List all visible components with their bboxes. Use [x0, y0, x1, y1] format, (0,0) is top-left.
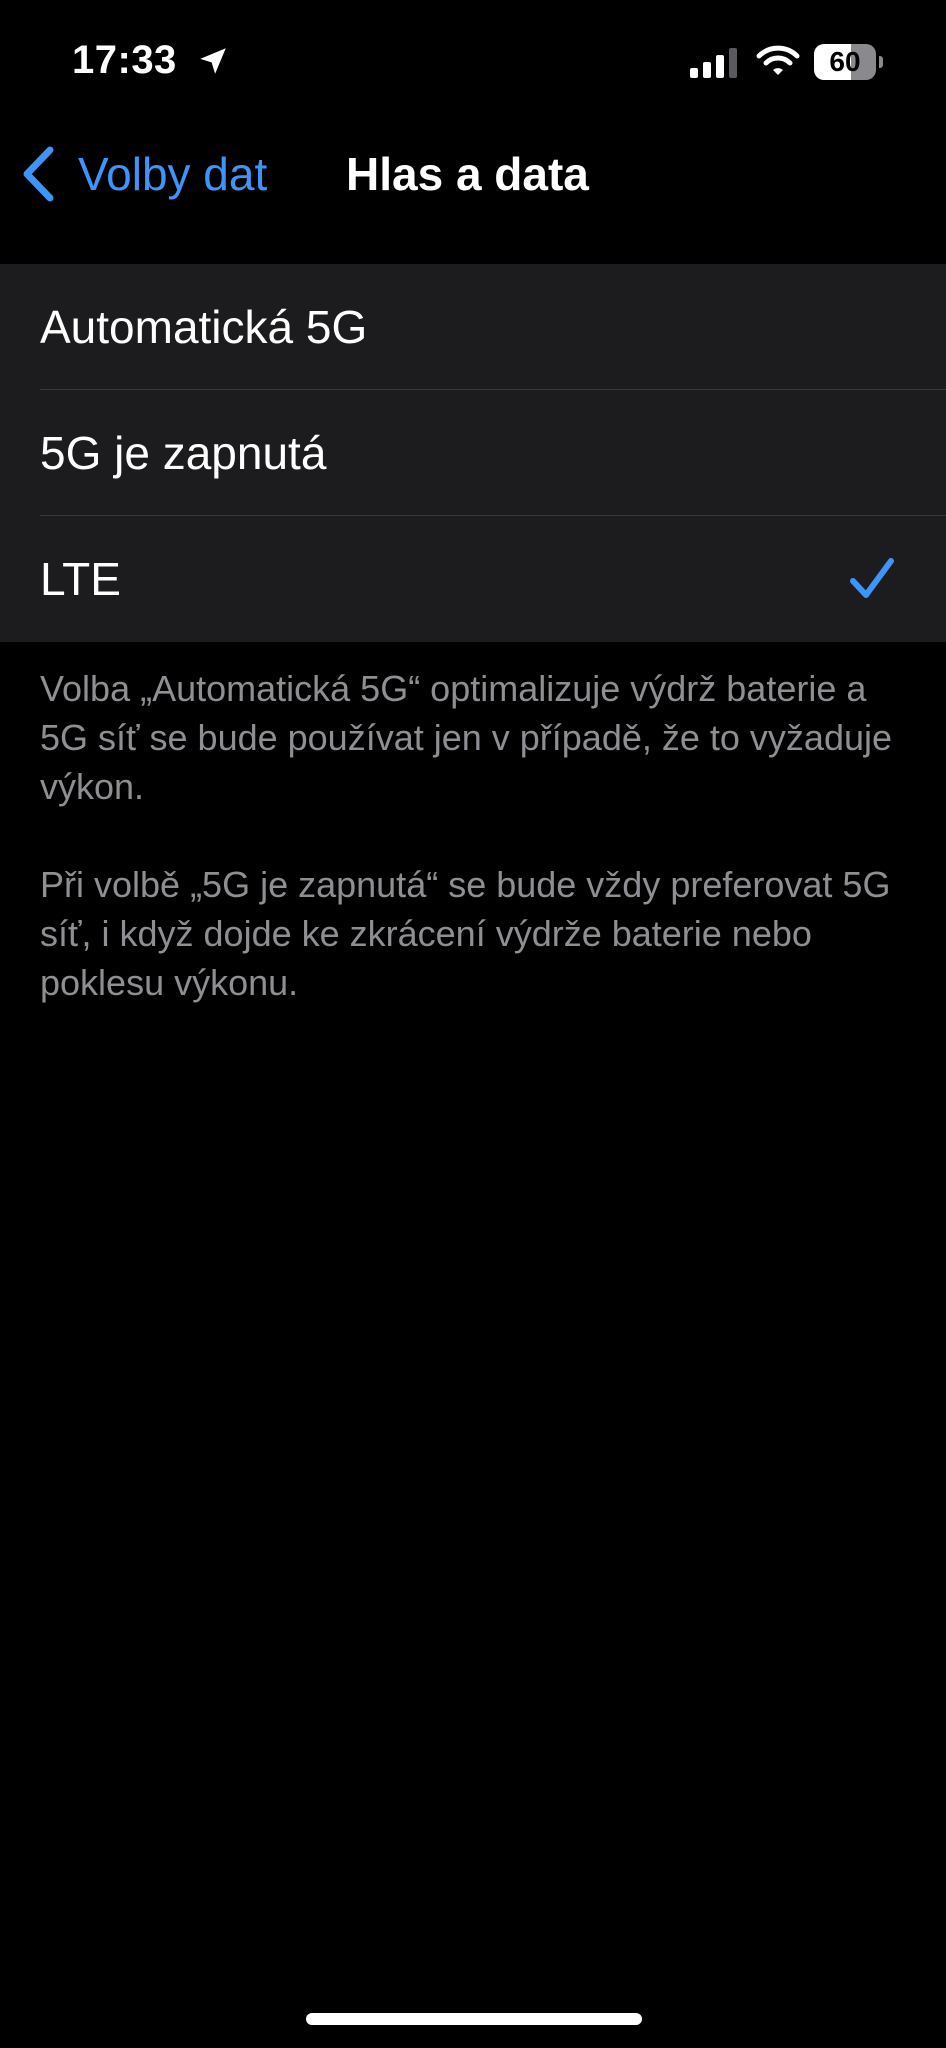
chevron-left-icon — [23, 146, 54, 202]
cellular-signal-icon — [690, 48, 737, 78]
back-button-label: Volby dat — [78, 148, 268, 200]
option-5g-on[interactable]: 5G je zapnutá — [0, 390, 946, 516]
page-title: Hlas a data — [346, 148, 589, 200]
status-time: 17:33 — [72, 38, 177, 82]
location-arrow-icon — [200, 48, 226, 74]
footer-description-automatic: Volba „Automatická 5G“ optimalizuje výdr… — [40, 668, 893, 807]
footer-description-5g-on: Při volbě „5G je zapnutá“ se bude vždy p… — [40, 864, 891, 1003]
battery-indicator: 60 — [814, 44, 884, 80]
status-bar: 17:33 60 — [0, 0, 946, 126]
wifi-icon — [756, 45, 800, 75]
option-label: Automatická 5G — [40, 301, 368, 353]
checkmark-icon — [850, 558, 894, 598]
option-label: LTE — [40, 553, 121, 605]
option-label: 5G je zapnutá — [40, 427, 327, 479]
home-indicator[interactable] — [306, 2013, 642, 2025]
battery-level: 60 — [829, 46, 861, 77]
battery-cap — [879, 56, 883, 68]
option-lte[interactable]: LTE — [0, 516, 946, 642]
network-options-list: Automatická 5G 5G je zapnutá LTE — [0, 264, 946, 642]
navigation-bar: Volby dat Hlas a data — [0, 126, 946, 262]
option-automatic-5g[interactable]: Automatická 5G — [0, 264, 946, 390]
back-button[interactable]: Volby dat — [20, 136, 267, 212]
